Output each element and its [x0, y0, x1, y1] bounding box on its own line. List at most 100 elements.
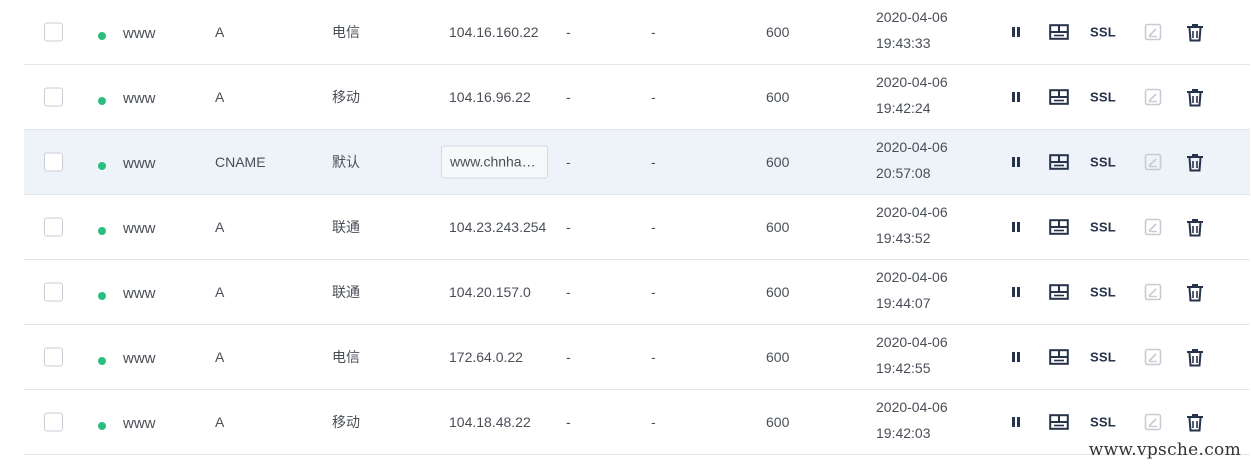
mx-priority: - [651, 154, 656, 170]
ttl: 600 [766, 414, 790, 430]
pause-icon [1012, 352, 1020, 362]
ssl-button[interactable]: SSL [1090, 90, 1116, 105]
weight: - [566, 349, 571, 365]
edit-button[interactable] [1143, 152, 1163, 172]
edit-button[interactable] [1143, 22, 1163, 42]
pause-button[interactable] [1007, 283, 1025, 301]
edit-button[interactable] [1143, 217, 1163, 237]
trash-icon [1187, 88, 1203, 106]
weight: - [566, 89, 571, 105]
ttl: 600 [766, 89, 790, 105]
updated-clock: 19:44:07 [876, 295, 931, 311]
edit-button[interactable] [1143, 347, 1163, 367]
pause-button[interactable] [1007, 153, 1025, 171]
updated-clock: 19:42:55 [876, 360, 931, 376]
status-dot-icon [98, 422, 106, 430]
weight: - [566, 219, 571, 235]
table-row: www A 移动 104.18.48.22 - - 600 2020-04-06… [24, 390, 1250, 455]
split-view-button[interactable] [1048, 23, 1070, 41]
updated-clock: 19:42:03 [876, 425, 931, 441]
pause-icon [1012, 157, 1020, 167]
row-checkbox[interactable] [44, 87, 63, 107]
trash-icon [1187, 23, 1203, 41]
record-value: 104.16.160.22 [449, 24, 539, 40]
pause-button[interactable] [1007, 23, 1025, 41]
updated-time: 2020-04-06 19:43:33 [876, 4, 948, 56]
ttl: 600 [766, 154, 790, 170]
pause-button[interactable] [1007, 218, 1025, 236]
mx-priority: - [651, 349, 656, 365]
pause-button[interactable] [1007, 348, 1025, 366]
line-type: 联通 [332, 284, 360, 300]
record-value: 104.20.157.0 [449, 284, 531, 300]
ttl: 600 [766, 219, 790, 235]
split-view-button[interactable] [1048, 218, 1070, 236]
mx-priority: - [651, 24, 656, 40]
trash-icon [1187, 348, 1203, 366]
table-row: www A 联通 104.20.157.0 - - 600 2020-04-06… [24, 260, 1250, 325]
ssl-button[interactable]: SSL [1090, 415, 1116, 430]
record-value: www.chnham.... [441, 145, 548, 179]
split-view-button[interactable] [1048, 153, 1070, 171]
record-type: A [215, 219, 225, 235]
edit-button[interactable] [1143, 412, 1163, 432]
delete-button[interactable] [1185, 87, 1205, 107]
edit-icon [1144, 413, 1162, 431]
delete-button[interactable] [1185, 152, 1205, 172]
edit-button[interactable] [1143, 282, 1163, 302]
record-type: A [215, 24, 225, 40]
updated-date: 2020-04-06 [876, 334, 948, 350]
delete-button[interactable] [1185, 412, 1205, 432]
ssl-button[interactable]: SSL [1090, 155, 1116, 170]
updated-time: 2020-04-06 20:57:08 [876, 134, 948, 186]
row-checkbox[interactable] [44, 282, 63, 302]
host-record: www [123, 90, 156, 107]
host-record: www [123, 350, 156, 367]
pause-icon [1012, 92, 1020, 102]
updated-time: 2020-04-06 19:42:24 [876, 69, 948, 121]
ssl-button[interactable]: SSL [1090, 25, 1116, 40]
pause-button[interactable] [1007, 88, 1025, 106]
row-checkbox[interactable] [44, 217, 63, 237]
record-type: A [215, 349, 225, 365]
pause-icon [1012, 417, 1020, 427]
row-checkbox[interactable] [44, 22, 63, 42]
row-checkbox[interactable] [44, 412, 63, 432]
mx-priority: - [651, 414, 656, 430]
edit-icon [1144, 348, 1162, 366]
delete-button[interactable] [1185, 217, 1205, 237]
ssl-button[interactable]: SSL [1090, 285, 1116, 300]
delete-button[interactable] [1185, 282, 1205, 302]
pause-button[interactable] [1007, 413, 1025, 431]
ssl-button[interactable]: SSL [1090, 350, 1116, 365]
status-dot-icon [98, 162, 106, 170]
split-view-button[interactable] [1048, 413, 1070, 431]
row-checkbox[interactable] [44, 347, 63, 367]
weight: - [566, 24, 571, 40]
host-record: www [123, 220, 156, 237]
trash-icon [1187, 413, 1203, 431]
ssl-button[interactable]: SSL [1090, 220, 1116, 235]
delete-button[interactable] [1185, 22, 1205, 42]
ttl: 600 [766, 284, 790, 300]
updated-date: 2020-04-06 [876, 139, 948, 155]
status-dot-icon [98, 227, 106, 235]
row-checkbox[interactable] [44, 152, 63, 172]
updated-date: 2020-04-06 [876, 9, 948, 25]
delete-button[interactable] [1185, 347, 1205, 367]
host-record: www [123, 285, 156, 302]
split-view-icon [1049, 349, 1069, 365]
split-view-button[interactable] [1048, 88, 1070, 106]
split-view-button[interactable] [1048, 283, 1070, 301]
split-view-icon [1049, 414, 1069, 430]
line-type: 移动 [332, 89, 360, 105]
split-view-button[interactable] [1048, 348, 1070, 366]
host-record: www [123, 25, 156, 42]
edit-button[interactable] [1143, 87, 1163, 107]
record-value: 104.18.48.22 [449, 414, 531, 430]
record-value: 172.64.0.22 [449, 349, 523, 365]
status-dot-icon [98, 97, 106, 105]
mx-priority: - [651, 89, 656, 105]
line-type: 电信 [332, 24, 360, 40]
weight: - [566, 154, 571, 170]
